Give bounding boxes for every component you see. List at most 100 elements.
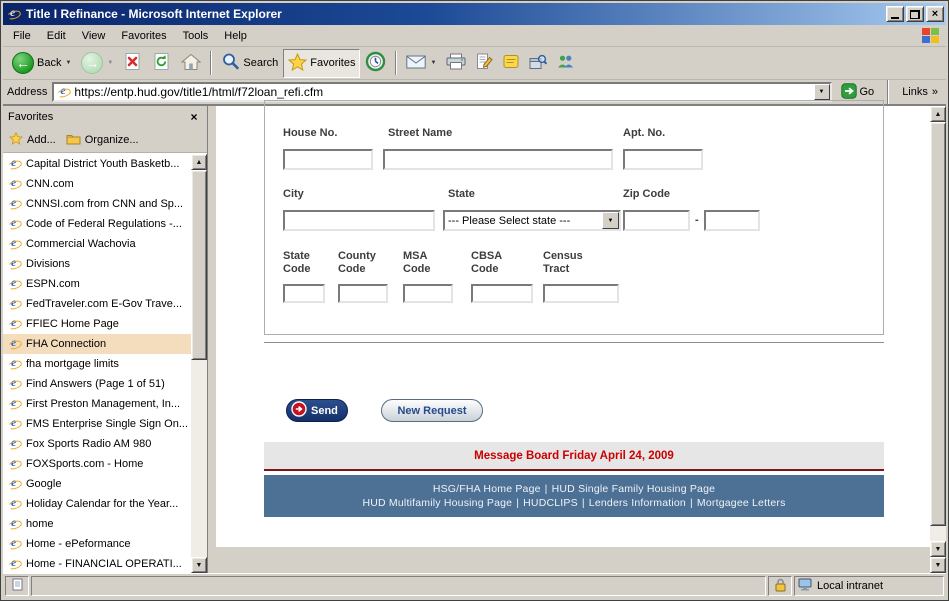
standard-toolbar: ← Back ▼ → ▼ Search Favorites bbox=[3, 47, 946, 80]
footer-link[interactable]: HUDCLIPS bbox=[523, 497, 578, 509]
favorite-item[interactable]: Google bbox=[3, 474, 191, 494]
links-button[interactable]: Links » bbox=[898, 86, 942, 98]
cbsa-code-input[interactable] bbox=[471, 284, 533, 303]
menu-tools[interactable]: Tools bbox=[175, 28, 217, 44]
status-zone-pane: Local intranet bbox=[794, 576, 944, 596]
favorite-item[interactable]: Commercial Wachovia bbox=[3, 234, 191, 254]
ie-page-icon bbox=[8, 157, 22, 171]
apt-no-label: Apt. No. bbox=[623, 127, 665, 140]
new-request-button[interactable]: New Request bbox=[381, 399, 483, 422]
favorite-item[interactable]: FMS Enterprise Single Sign On... bbox=[3, 414, 191, 434]
restore-button[interactable] bbox=[906, 6, 924, 22]
menu-favorites[interactable]: Favorites bbox=[113, 28, 174, 44]
favorite-item[interactable]: Capital District Youth Basketb... bbox=[3, 154, 191, 174]
print-button[interactable] bbox=[441, 49, 471, 78]
footer-link[interactable]: HUD Multifamily Housing Page bbox=[362, 497, 512, 509]
favorites-button[interactable]: Favorites bbox=[283, 49, 360, 78]
footer-line-2: HUD Multifamily Housing Page|HUDCLIPS|Le… bbox=[362, 497, 785, 509]
street-name-label: Street Name bbox=[388, 127, 452, 140]
scroll-down-icon[interactable]: ▼ bbox=[191, 557, 207, 573]
county-code-input[interactable] bbox=[338, 284, 388, 303]
scrollbar-thumb[interactable] bbox=[191, 170, 207, 360]
menu-file[interactable]: File bbox=[5, 28, 39, 44]
document-icon bbox=[12, 578, 23, 594]
favorite-item-fha-connection[interactable]: FHA Connection bbox=[3, 334, 191, 354]
back-button[interactable]: ← Back ▼ bbox=[7, 49, 76, 78]
favorite-item[interactable]: home bbox=[3, 514, 191, 534]
footer-link[interactable]: Mortgagee Letters bbox=[697, 497, 786, 509]
favorites-scrollbar[interactable]: ▲ ▼ bbox=[191, 154, 207, 573]
menu-edit[interactable]: Edit bbox=[39, 28, 74, 44]
favorite-item[interactable]: CNN.com bbox=[3, 174, 191, 194]
street-name-input[interactable] bbox=[383, 149, 613, 170]
favorites-panel-title: Favorites bbox=[8, 111, 186, 123]
scroll-up-icon[interactable]: ▲ bbox=[930, 106, 946, 122]
footer-link[interactable]: Lenders Information bbox=[589, 497, 686, 509]
favorite-item[interactable]: Home - FINANCIAL OPERATI... bbox=[3, 554, 191, 573]
zip-code-input[interactable] bbox=[623, 210, 690, 231]
minimize-button[interactable] bbox=[886, 6, 904, 22]
favorite-item[interactable]: Code of Federal Regulations -... bbox=[3, 214, 191, 234]
scroll-up-icon[interactable]: ▲ bbox=[191, 154, 207, 170]
home-button[interactable] bbox=[176, 49, 206, 78]
favorite-item[interactable]: ESPN.com bbox=[3, 274, 191, 294]
menu-help[interactable]: Help bbox=[216, 28, 255, 44]
scrollbar-thumb[interactable] bbox=[930, 122, 946, 526]
footer-link[interactable]: HSG/FHA Home Page bbox=[433, 483, 541, 495]
frame-scroll-down-icon[interactable]: ▼ bbox=[930, 541, 946, 557]
favorite-item[interactable]: Divisions bbox=[3, 254, 191, 274]
favorite-item[interactable]: First Preston Management, In... bbox=[3, 394, 191, 414]
print-icon bbox=[446, 53, 466, 73]
history-icon bbox=[365, 51, 386, 75]
select-dropdown-icon[interactable]: ▼ bbox=[602, 212, 619, 229]
organize-favorites-button[interactable]: Organize... bbox=[66, 133, 139, 148]
favorite-item[interactable]: CNNSI.com from CNN and Sp... bbox=[3, 194, 191, 214]
msa-code-input[interactable] bbox=[403, 284, 453, 303]
panel-splitter[interactable] bbox=[208, 106, 216, 573]
discuss-button[interactable] bbox=[498, 49, 524, 78]
edit-button[interactable] bbox=[471, 49, 498, 78]
footer-link[interactable]: HUD Single Family Housing Page bbox=[552, 483, 716, 495]
add-favorite-icon bbox=[9, 132, 23, 148]
menu-view[interactable]: View bbox=[74, 28, 114, 44]
apt-no-input[interactable] bbox=[623, 149, 703, 170]
zip-plus4-input[interactable] bbox=[704, 210, 760, 231]
favorite-item[interactable]: FFIEC Home Page bbox=[3, 314, 191, 334]
favorites-close-icon[interactable]: × bbox=[186, 110, 202, 124]
ie-page-icon bbox=[8, 297, 22, 311]
forward-dropdown-icon[interactable]: ▼ bbox=[107, 60, 113, 66]
state-code-input[interactable] bbox=[283, 284, 325, 303]
scroll-down-icon[interactable]: ▼ bbox=[930, 557, 946, 573]
county-code-label: County Code bbox=[338, 250, 386, 276]
favorite-item[interactable]: fha mortgage limits bbox=[3, 354, 191, 374]
forward-button[interactable]: → ▼ bbox=[76, 49, 118, 78]
links-chevron-icon[interactable]: » bbox=[932, 86, 938, 98]
search-button[interactable]: Search bbox=[216, 49, 283, 78]
favorite-item[interactable]: FOXSports.com - Home bbox=[3, 454, 191, 474]
status-page-pane bbox=[5, 576, 29, 596]
messenger-button[interactable] bbox=[552, 49, 579, 78]
research-button[interactable] bbox=[524, 49, 552, 78]
ie-page-icon bbox=[8, 397, 22, 411]
back-dropdown-icon[interactable]: ▼ bbox=[65, 60, 71, 66]
add-favorite-button[interactable]: Add... bbox=[9, 132, 56, 148]
address-dropdown-icon[interactable]: ▼ bbox=[814, 84, 830, 100]
mail-dropdown-icon[interactable]: ▼ bbox=[430, 60, 436, 66]
favorite-item[interactable]: Holiday Calendar for the Year... bbox=[3, 494, 191, 514]
favorite-item[interactable]: Find Answers (Page 1 of 51) bbox=[3, 374, 191, 394]
page-scrollbar[interactable]: ▲ ▼ ▼ bbox=[930, 106, 946, 573]
favorite-item[interactable]: FedTraveler.com E-Gov Trave... bbox=[3, 294, 191, 314]
refresh-button[interactable] bbox=[147, 49, 176, 78]
state-select[interactable]: --- Please Select state --- ▼ bbox=[443, 210, 621, 231]
favorite-item[interactable]: Fox Sports Radio AM 980 bbox=[3, 434, 191, 454]
house-no-input[interactable] bbox=[283, 149, 373, 170]
close-button[interactable]: × bbox=[926, 6, 944, 22]
send-button[interactable]: Send bbox=[286, 399, 348, 422]
history-button[interactable] bbox=[360, 49, 391, 78]
stop-button[interactable] bbox=[118, 49, 147, 78]
address-input[interactable]: https://entp.hud.gov/title1/html/f72loan… bbox=[52, 82, 831, 102]
census-tract-input[interactable] bbox=[543, 284, 619, 303]
city-input[interactable] bbox=[283, 210, 435, 231]
favorite-item[interactable]: Home - ePeformance bbox=[3, 534, 191, 554]
mail-button[interactable]: ▼ bbox=[401, 49, 441, 78]
